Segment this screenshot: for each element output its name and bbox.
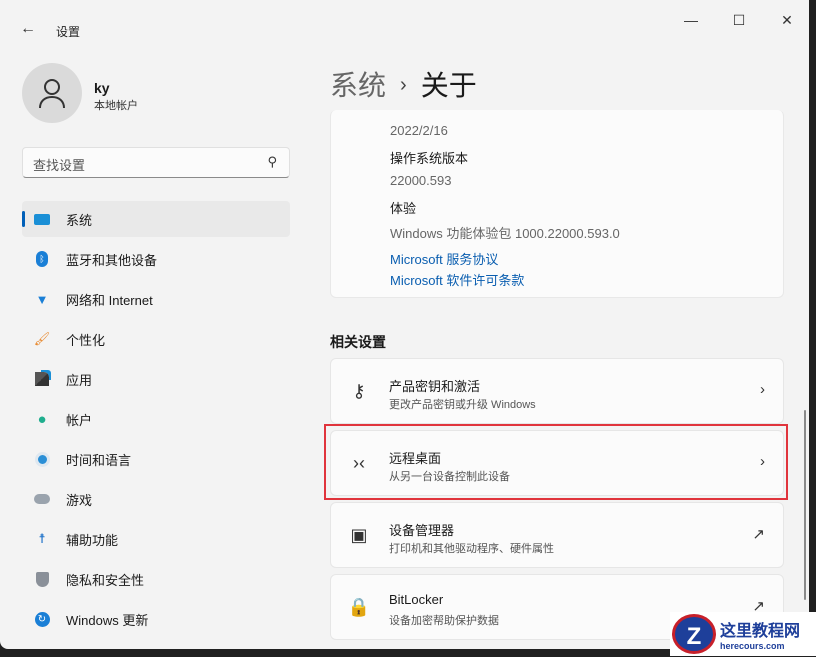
sidebar-item-label: 个性化: [66, 330, 105, 349]
experience-label: 体验: [390, 198, 416, 217]
shield-icon: [34, 571, 50, 587]
account-type: 本地帐户: [94, 97, 138, 113]
settings-window: ← 设置 — ☐ ✕ ky 本地帐户 查找设置 ⚲ 系统 ᛒ 蓝牙和其他设备 ▼ 网…: [0, 0, 809, 649]
back-button[interactable]: ←: [20, 20, 36, 38]
breadcrumb-separator: ›: [400, 74, 407, 96]
watermark: Z 这里教程网herecours.com: [670, 612, 816, 656]
breadcrumb-parent[interactable]: 系统: [330, 70, 386, 101]
watermark-url: herecours.com: [720, 641, 800, 651]
sidebar-item-time-language[interactable]: 时间和语言: [22, 441, 290, 477]
key-icon: ⚷: [347, 381, 371, 405]
sidebar-item-system[interactable]: 系统: [22, 201, 290, 237]
wifi-icon: ▼: [34, 291, 50, 307]
close-button[interactable]: ✕: [772, 12, 802, 29]
search-input[interactable]: 查找设置 ⚲: [22, 147, 290, 178]
user-name: ky: [94, 80, 110, 96]
chevron-right-icon: ›: [760, 381, 765, 398]
bluetooth-icon: ᛒ: [34, 251, 50, 267]
item-subtitle: 更改产品密钥或升级 Windows: [389, 396, 536, 412]
search-icon[interactable]: ⚲: [267, 154, 277, 170]
sidebar-item-privacy[interactable]: 隐私和安全性: [22, 561, 290, 597]
account-icon: ●: [34, 411, 50, 427]
related-settings-heading: 相关设置: [330, 332, 386, 352]
sidebar-item-windows-update[interactable]: ↻ Windows 更新: [22, 601, 290, 637]
item-subtitle: 打印机和其他驱动程序、硬件属性: [389, 540, 554, 556]
scrollbar[interactable]: [804, 410, 806, 600]
accessibility-icon: ☨: [34, 531, 50, 547]
sidebar-item-apps[interactable]: 应用: [22, 361, 290, 397]
item-title: 设备管理器: [389, 520, 454, 539]
clock-icon: [34, 451, 50, 467]
os-build-label: 操作系统版本: [390, 148, 468, 167]
sidebar-item-bluetooth[interactable]: ᛒ 蓝牙和其他设备: [22, 241, 290, 277]
product-key-activation[interactable]: ⚷ 产品密钥和激活 更改产品密钥或升级 Windows ›: [330, 358, 784, 424]
app-title: 设置: [56, 23, 80, 40]
sidebar-item-network[interactable]: ▼ 网络和 Internet: [22, 281, 290, 317]
device-manager-icon: ▣: [347, 525, 371, 549]
sidebar-item-accounts[interactable]: ● 帐户: [22, 401, 290, 437]
sidebar-nav: 系统 ᛒ 蓝牙和其他设备 ▼ 网络和 Internet 🖌 个性化 应用 ● 帐户 时间…: [22, 201, 290, 641]
watermark-name: 这里教程网: [720, 617, 800, 641]
license-terms-link[interactable]: Microsoft 软件许可条款: [390, 270, 524, 289]
gamepad-icon: [34, 491, 50, 507]
breadcrumb: 系统 › 关于: [330, 64, 477, 104]
item-title: BitLocker: [389, 592, 443, 607]
avatar[interactable]: [22, 63, 82, 123]
sidebar-item-label: Windows 更新: [66, 610, 148, 629]
highlight-box: [324, 424, 788, 500]
services-agreement-link[interactable]: Microsoft 服务协议: [390, 249, 498, 268]
user-icon: [37, 77, 67, 109]
search-placeholder: 查找设置: [33, 155, 85, 174]
sidebar-item-label: 网络和 Internet: [66, 290, 153, 309]
experience-value: Windows 功能体验包 1000.22000.593.0: [390, 223, 620, 242]
sidebar-item-label: 时间和语言: [66, 450, 131, 469]
item-title: 产品密钥和激活: [389, 376, 480, 395]
device-manager[interactable]: ▣ 设备管理器 打印机和其他驱动程序、硬件属性 ↗: [330, 502, 784, 568]
install-date: 2022/2/16: [390, 123, 448, 138]
minimize-button[interactable]: —: [676, 12, 706, 28]
sidebar-item-label: 游戏: [66, 490, 92, 509]
page-title: 关于: [421, 70, 477, 101]
apps-icon: [34, 371, 50, 387]
windows-spec-card: 2022/2/16 操作系统版本 22000.593 体验 Windows 功能…: [330, 110, 784, 298]
bitlocker-icon: 🔒: [347, 597, 371, 621]
external-link-icon: ↗: [752, 525, 765, 543]
sidebar-item-label: 应用: [66, 370, 92, 389]
os-build: 22000.593: [390, 173, 451, 188]
maximize-button[interactable]: ☐: [724, 12, 754, 29]
sidebar-item-label: 蓝牙和其他设备: [66, 250, 157, 269]
update-icon: ↻: [34, 611, 50, 627]
title-bar: ← 设置 — ☐ ✕: [0, 0, 809, 44]
sidebar-item-label: 隐私和安全性: [66, 570, 144, 589]
sidebar-item-gaming[interactable]: 游戏: [22, 481, 290, 517]
item-subtitle: 设备加密帮助保护数据: [389, 612, 499, 628]
sidebar-item-label: 系统: [66, 210, 92, 229]
sidebar-item-label: 辅助功能: [66, 530, 118, 549]
brush-icon: 🖌: [34, 331, 50, 347]
system-icon: [34, 211, 50, 227]
sidebar-item-label: 帐户: [66, 410, 92, 429]
watermark-logo: Z: [672, 614, 716, 654]
sidebar-item-personalization[interactable]: 🖌 个性化: [22, 321, 290, 357]
sidebar-item-accessibility[interactable]: ☨ 辅助功能: [22, 521, 290, 557]
